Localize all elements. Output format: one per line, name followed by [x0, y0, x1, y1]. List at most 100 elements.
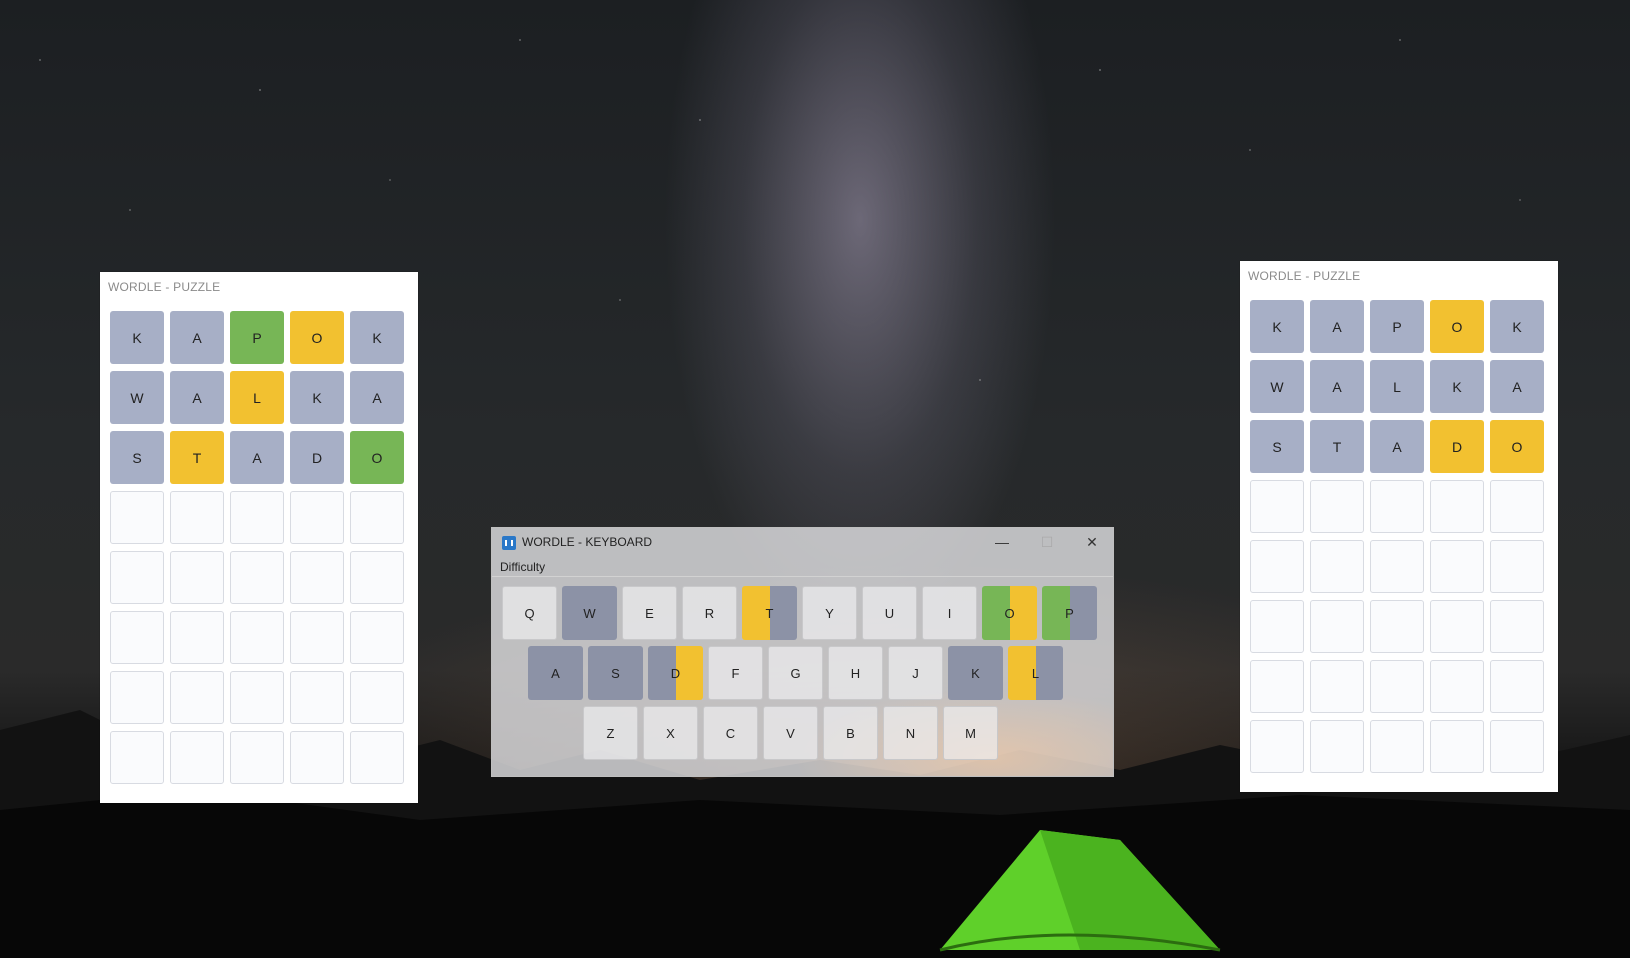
letter-tile: A — [1310, 300, 1364, 353]
empty-tile — [230, 611, 284, 664]
key-label: J — [912, 665, 919, 681]
empty-tile — [290, 671, 344, 724]
letter-tile: K — [350, 311, 404, 364]
empty-tile — [350, 611, 404, 664]
minimize-button[interactable]: — — [980, 528, 1024, 556]
empty-tile — [110, 671, 164, 724]
key-b[interactable]: B — [823, 706, 878, 760]
empty-tile — [110, 551, 164, 604]
letter-tile: A — [350, 371, 404, 424]
puzzle-window-right: WORDLE - PUZZLE KAPOKWALKASTADO — [1240, 261, 1558, 792]
key-a[interactable]: A — [528, 646, 583, 700]
title-bar[interactable]: WORDLE - KEYBOARD — ☐ ✕ — [492, 528, 1113, 556]
window-title: WORDLE - KEYBOARD — [522, 535, 653, 549]
letter-tile: S — [110, 431, 164, 484]
empty-tile — [230, 671, 284, 724]
key-label: L — [1031, 665, 1040, 681]
empty-tile — [1250, 540, 1304, 593]
key-y[interactable]: Y — [802, 586, 857, 640]
letter-tile: O — [1490, 420, 1544, 473]
key-label: Z — [606, 725, 615, 741]
key-s[interactable]: S — [588, 646, 643, 700]
empty-tile — [290, 611, 344, 664]
empty-tile — [1250, 600, 1304, 653]
key-x[interactable]: X — [643, 706, 698, 760]
key-n[interactable]: N — [883, 706, 938, 760]
key-r[interactable]: R — [682, 586, 737, 640]
letter-tile: D — [290, 431, 344, 484]
key-m[interactable]: M — [943, 706, 998, 760]
key-o[interactable]: O — [982, 586, 1037, 640]
key-q[interactable]: Q — [502, 586, 557, 640]
key-label: A — [551, 665, 560, 681]
letter-tile: D — [1430, 420, 1484, 473]
empty-tile — [170, 731, 224, 784]
empty-tile — [170, 671, 224, 724]
letter-tile: K — [1430, 360, 1484, 413]
empty-tile — [230, 731, 284, 784]
puzzle-title: WORDLE - PUZZLE — [1248, 269, 1361, 283]
letter-tile: O — [350, 431, 404, 484]
key-t[interactable]: T — [742, 586, 797, 640]
letter-tile: P — [230, 311, 284, 364]
letter-tile: O — [1430, 300, 1484, 353]
key-label: F — [731, 665, 740, 681]
empty-tile — [1310, 720, 1364, 773]
key-label: N — [905, 725, 916, 741]
keyboard-window: WORDLE - KEYBOARD — ☐ ✕ Difficulty Q W E R T… — [491, 527, 1114, 777]
empty-tile — [170, 551, 224, 604]
close-button[interactable]: ✕ — [1070, 528, 1113, 556]
empty-tile — [1310, 600, 1364, 653]
empty-tile — [290, 731, 344, 784]
empty-tile — [1490, 660, 1544, 713]
key-label: I — [947, 605, 952, 621]
key-u[interactable]: U — [862, 586, 917, 640]
key-c[interactable]: C — [703, 706, 758, 760]
empty-tile — [350, 491, 404, 544]
empty-tile — [1430, 600, 1484, 653]
letter-tile: P — [1370, 300, 1424, 353]
empty-tile — [1250, 720, 1304, 773]
empty-tile — [290, 491, 344, 544]
letter-tile: A — [230, 431, 284, 484]
maximize-button[interactable]: ☐ — [1025, 528, 1069, 556]
key-f[interactable]: F — [708, 646, 763, 700]
key-w[interactable]: W — [562, 586, 617, 640]
key-p[interactable]: P — [1042, 586, 1097, 640]
key-d[interactable]: D — [648, 646, 703, 700]
letter-tile: L — [1370, 360, 1424, 413]
letter-tile: T — [170, 431, 224, 484]
puzzle-window-left: WORDLE - PUZZLE KAPOKWALKASTADO — [100, 272, 418, 803]
empty-tile — [1490, 480, 1544, 533]
key-label: C — [725, 725, 736, 741]
letter-tile: K — [1490, 300, 1544, 353]
empty-tile — [1250, 660, 1304, 713]
empty-tile — [1250, 480, 1304, 533]
key-j[interactable]: J — [888, 646, 943, 700]
key-e[interactable]: E — [622, 586, 677, 640]
menu-difficulty[interactable]: Difficulty — [500, 560, 545, 574]
key-l[interactable]: L — [1008, 646, 1063, 700]
key-v[interactable]: V — [763, 706, 818, 760]
letter-tile: K — [1250, 300, 1304, 353]
letter-tile: K — [290, 371, 344, 424]
puzzle-title: WORDLE - PUZZLE — [108, 280, 221, 294]
key-g[interactable]: G — [768, 646, 823, 700]
key-label: H — [850, 665, 861, 681]
key-label: X — [666, 725, 675, 741]
empty-tile — [1490, 540, 1544, 593]
empty-tile — [1490, 600, 1544, 653]
letter-tile: T — [1310, 420, 1364, 473]
empty-tile — [1370, 600, 1424, 653]
key-z[interactable]: Z — [583, 706, 638, 760]
empty-tile — [1430, 660, 1484, 713]
key-i[interactable]: I — [922, 586, 977, 640]
key-h[interactable]: H — [828, 646, 883, 700]
empty-tile — [350, 731, 404, 784]
key-label: D — [670, 665, 681, 681]
key-label: V — [786, 725, 795, 741]
letter-tile: S — [1250, 420, 1304, 473]
key-k[interactable]: K — [948, 646, 1003, 700]
empty-tile — [1430, 480, 1484, 533]
key-label: P — [1065, 605, 1074, 621]
